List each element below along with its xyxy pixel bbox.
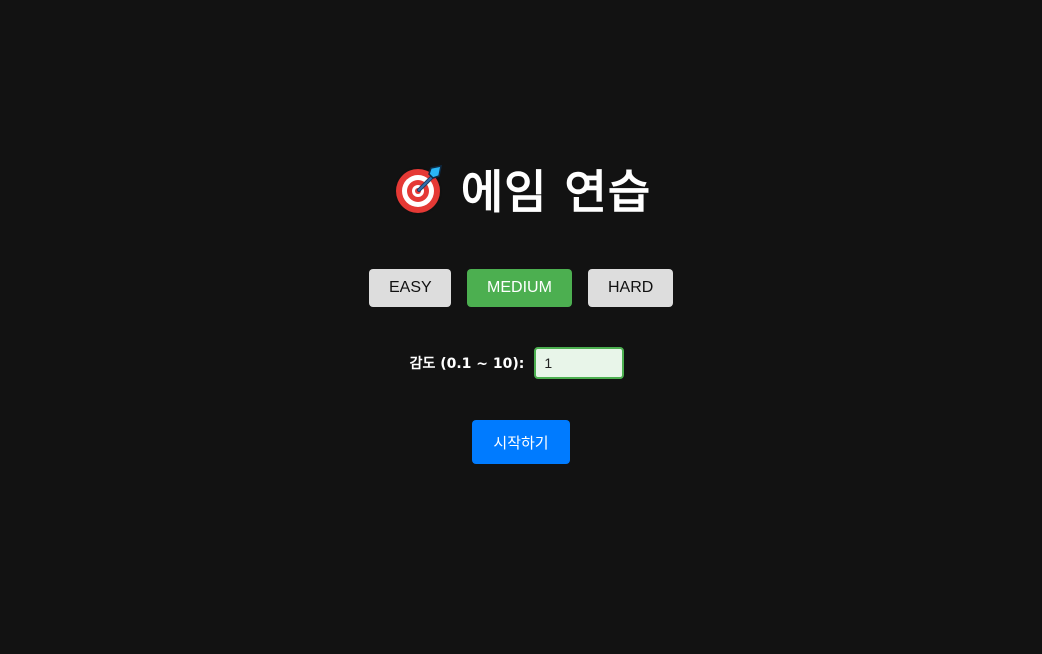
sensitivity-row: 감도 (0.1 ~ 10): [0, 347, 1042, 379]
easy-button[interactable]: EASY [369, 269, 451, 307]
medium-button[interactable]: MEDIUM [467, 269, 572, 307]
hard-button[interactable]: HARD [588, 269, 673, 307]
start-row: 시작하기 [0, 420, 1042, 464]
page-title: 에임 연습 [460, 165, 652, 219]
start-button[interactable]: 시작하기 [472, 420, 570, 464]
difficulty-selector: EASY MEDIUM HARD [0, 269, 1042, 307]
sensitivity-input[interactable] [534, 347, 625, 379]
sensitivity-label: 감도 (0.1 ~ 10): [409, 356, 525, 372]
target-dart-icon [391, 162, 445, 216]
aim-practice-page: 에임 연습 EASY MEDIUM HARD 감도 (0.1 ~ 10): 시작… [0, 0, 1042, 654]
title-row: 에임 연습 [0, 156, 1042, 222]
